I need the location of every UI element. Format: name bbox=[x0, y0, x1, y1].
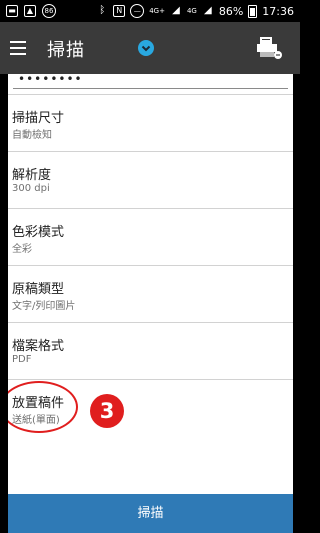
setting-value: 自動檢知 bbox=[12, 130, 52, 141]
page-title: 掃描 bbox=[47, 40, 85, 61]
bluetooth-icon: ᛒ bbox=[99, 5, 106, 16]
scan-button[interactable]: 掃描 bbox=[8, 494, 293, 533]
printer-icon[interactable] bbox=[254, 34, 284, 62]
chevron-down-icon bbox=[141, 45, 151, 52]
battery-percent: 86% bbox=[218, 4, 244, 18]
password-value: •••••••• bbox=[18, 74, 83, 86]
field-underline bbox=[13, 88, 288, 89]
signal-icon: ◢ bbox=[172, 5, 180, 16]
app-bar: 掃描 bbox=[0, 22, 300, 74]
setting-label: 掃描尺寸 bbox=[12, 111, 65, 126]
setting-value: 文字/列印圖片 bbox=[12, 301, 76, 312]
status-bar: ▬ ▲ 86 ᛒ N — 4G+ ◢ 4G ◢ 86% 17:36 bbox=[0, 0, 300, 22]
network-type-label: 4G+ bbox=[149, 7, 165, 15]
setting-value: PDF bbox=[12, 354, 32, 365]
messenger-icon: ▬ bbox=[6, 5, 18, 17]
network-type-label-2: 4G bbox=[186, 7, 197, 15]
step-number-badge: 3 bbox=[90, 394, 124, 428]
notification-badge-icon: 86 bbox=[42, 4, 56, 18]
setting-row-scan-size[interactable]: 掃描尺寸 自動檢知 bbox=[8, 94, 293, 152]
password-field[interactable]: •••••••• bbox=[8, 74, 293, 92]
image-icon: ▲ bbox=[24, 5, 36, 17]
do-not-disturb-icon: — bbox=[130, 4, 145, 18]
setting-row-document-type[interactable]: 原稿類型 文字/列印圖片 bbox=[8, 265, 293, 323]
setting-label: 原稿類型 bbox=[12, 282, 65, 297]
battery-icon bbox=[248, 4, 258, 18]
setting-value: 全彩 bbox=[12, 244, 32, 255]
setting-row-resolution[interactable]: 解析度 300 dpi bbox=[8, 151, 293, 209]
setting-value: 300 dpi bbox=[12, 183, 50, 194]
setting-label: 解析度 bbox=[12, 168, 52, 183]
status-time: 17:36 bbox=[262, 4, 294, 18]
settings-panel: •••••••• 掃描尺寸 自動檢知 解析度 300 dpi 色彩模式 全彩 原… bbox=[8, 74, 293, 494]
signal-icon-2: ◢ bbox=[203, 5, 212, 16]
nfc-icon: N bbox=[113, 5, 126, 17]
setting-label: 檔案格式 bbox=[12, 339, 65, 354]
menu-icon[interactable] bbox=[10, 41, 26, 55]
mode-dropdown-button[interactable] bbox=[138, 40, 154, 56]
setting-label: 色彩模式 bbox=[12, 225, 65, 240]
setting-row-file-format[interactable]: 檔案格式 PDF bbox=[8, 322, 293, 380]
setting-row-color-mode[interactable]: 色彩模式 全彩 bbox=[8, 208, 293, 266]
